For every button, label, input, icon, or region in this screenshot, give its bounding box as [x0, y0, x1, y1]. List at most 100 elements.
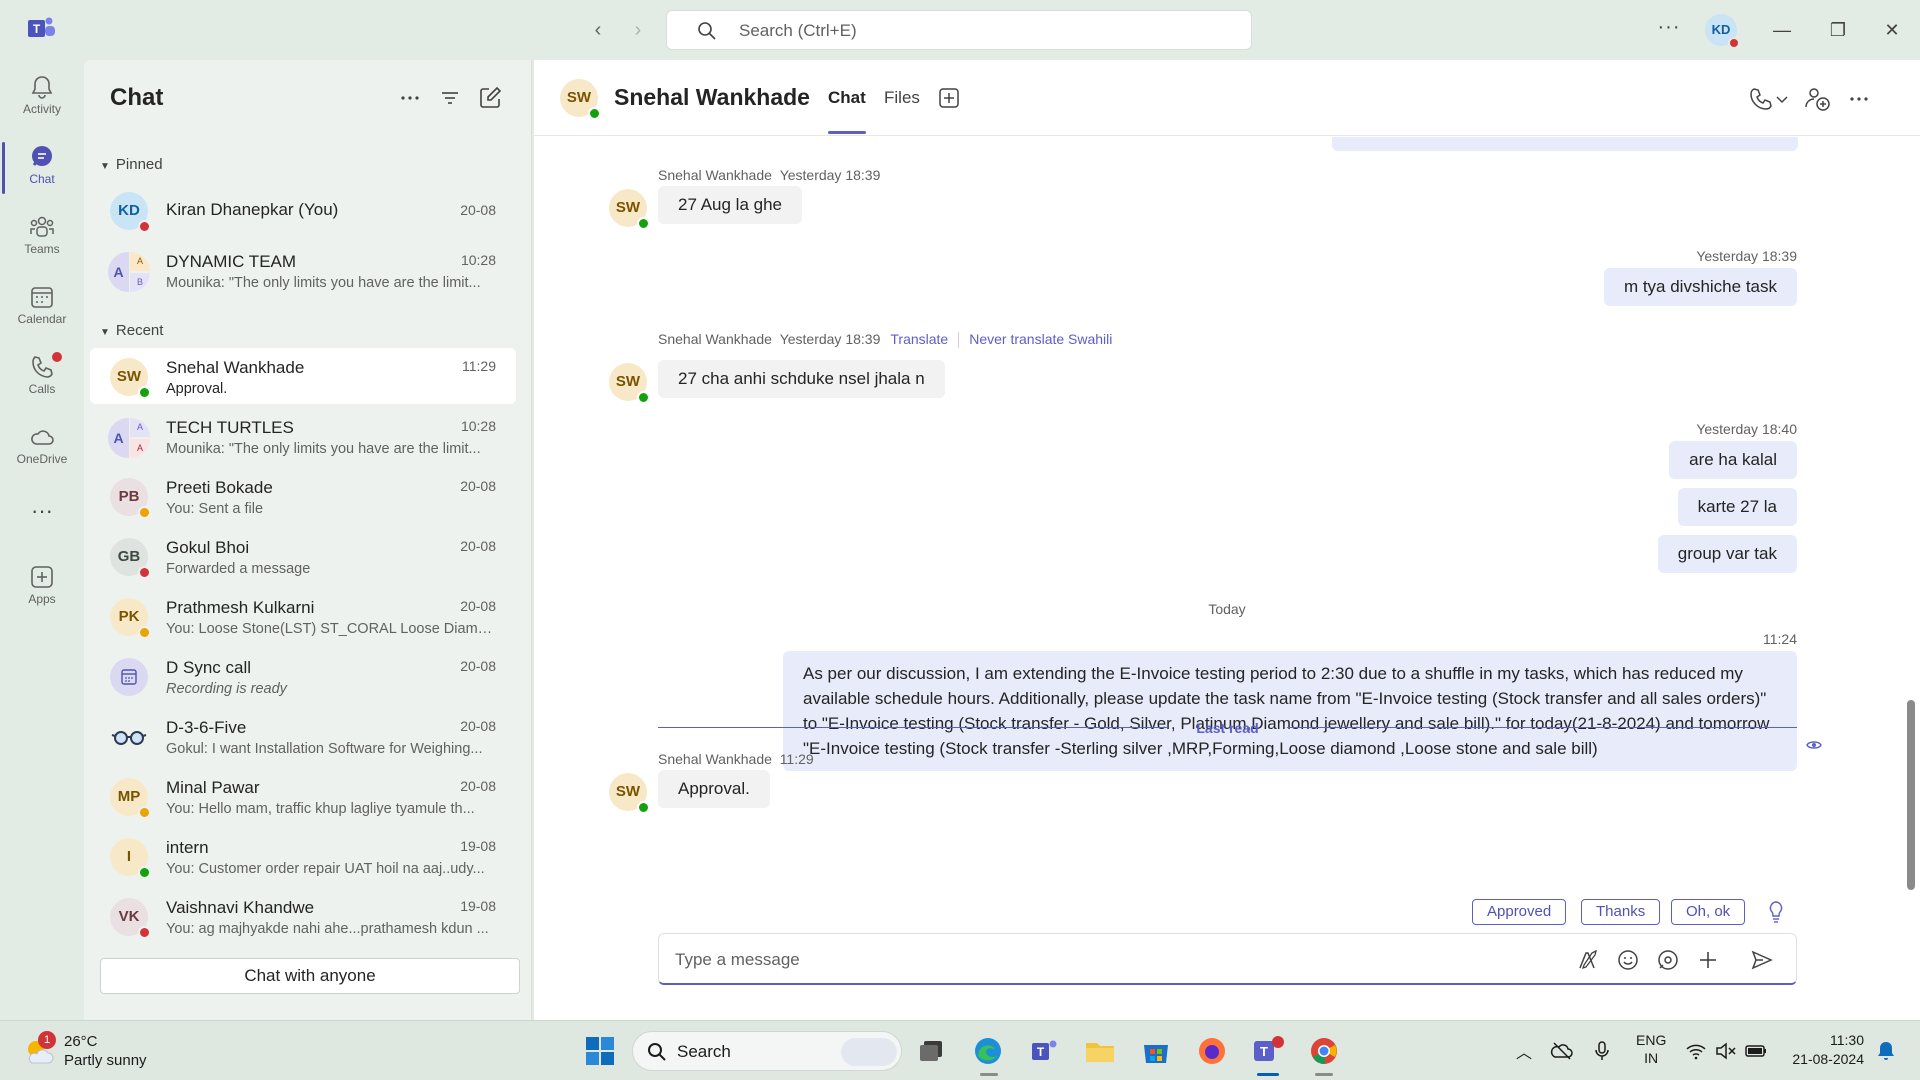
sender-avatar[interactable]: SW: [609, 189, 650, 230]
available-status-icon: [138, 866, 151, 879]
rail-item-calendar[interactable]: Calendar: [0, 276, 84, 338]
teams-icon: [30, 216, 54, 237]
user-avatar[interactable]: KD: [1705, 14, 1740, 49]
loop-component-icon[interactable]: [1655, 947, 1681, 973]
teams-icon[interactable]: T: [1250, 1033, 1286, 1069]
sender-name: Snehal Wankhade: [658, 167, 772, 183]
suggested-reply-thanks[interactable]: Thanks: [1581, 899, 1661, 925]
tab-files[interactable]: Files: [884, 88, 920, 108]
show-hidden-icons-icon[interactable]: ︿: [1512, 1039, 1536, 1063]
format-icon[interactable]: [1575, 947, 1601, 973]
translate-link[interactable]: Translate: [890, 331, 948, 347]
outgoing-message[interactable]: are ha kalal: [1669, 441, 1797, 479]
rail-item-activity[interactable]: Activity: [0, 66, 84, 128]
filter-icon[interactable]: [436, 84, 464, 112]
search-input[interactable]: [739, 19, 1219, 43]
battery-icon[interactable]: [1744, 1039, 1768, 1063]
never-translate-link[interactable]: Never translate Swahili: [969, 331, 1112, 347]
file-explorer-icon[interactable]: [1082, 1033, 1118, 1069]
sender-avatar[interactable]: SW: [609, 773, 650, 814]
compose-box[interactable]: [658, 933, 1797, 985]
firefox-icon[interactable]: [1194, 1033, 1230, 1069]
add-tab-icon[interactable]: [938, 87, 960, 109]
microphone-icon[interactable]: [1590, 1039, 1614, 1063]
incoming-message[interactable]: Approval.: [658, 770, 770, 808]
chat-item-d-sync-call[interactable]: D Sync call 20-08 Recording is ready: [90, 648, 516, 704]
more-options-icon[interactable]: [396, 84, 424, 112]
edge-browser-icon[interactable]: [970, 1033, 1006, 1069]
taskbar-search[interactable]: Search: [632, 1031, 902, 1071]
chat-item-prathmesh-kulkarni[interactable]: PK Prathmesh Kulkarni 20-08 You: Loose S…: [90, 588, 516, 644]
chrome-icon[interactable]: [1306, 1033, 1342, 1069]
plus-icon[interactable]: [1695, 947, 1721, 973]
wifi-icon[interactable]: [1684, 1039, 1708, 1063]
contact-avatar[interactable]: SW: [560, 79, 601, 120]
chat-item-vaishnavi-khandwe[interactable]: VK Vaishnavi Khandwe 19-08 You: ag majhy…: [90, 888, 516, 944]
chat-preview: Mounika: "The only limits you have are t…: [166, 441, 481, 457]
system-clock[interactable]: 11:30 21-08-2024: [1784, 1031, 1864, 1069]
conversation-pane: SW Snehal Wankhade Chat Files Snehal Wan…: [534, 60, 1920, 1020]
minimize-button[interactable]: —: [1762, 14, 1802, 46]
away-status-icon: [138, 806, 151, 819]
chat-item-intern[interactable]: I intern 19-08 You: Customer order repai…: [90, 828, 516, 884]
group-avatar-mini: B: [130, 273, 150, 292]
suggested-reply-oh-ok[interactable]: Oh, ok: [1671, 899, 1746, 925]
chat-item-tech-turtles[interactable]: A A A TECH TURTLES 10:28 Mounika: "The o…: [90, 408, 516, 464]
rail-item-apps[interactable]: Apps: [0, 556, 84, 618]
chat-item-minal-pawar[interactable]: MP Minal Pawar 20-08 You: Hello mam, tra…: [90, 768, 516, 824]
chevron-down-icon[interactable]: [1772, 84, 1792, 114]
weather-widget[interactable]: 1 26°C Partly sunny: [24, 1031, 184, 1071]
forward-button[interactable]: ›: [624, 16, 652, 44]
contact-name[interactable]: Snehal Wankhade: [614, 84, 810, 111]
chat-name: Kiran Dhanepkar (You): [166, 200, 339, 219]
more-options-icon[interactable]: [1844, 84, 1874, 114]
message-meta: Snehal Wankhade Yesterday 18:39: [658, 167, 880, 183]
task-view-icon[interactable]: [914, 1033, 950, 1069]
add-people-icon[interactable]: [1802, 84, 1832, 114]
rail-item-calls[interactable]: Calls: [0, 346, 84, 408]
chat-item-snehal-wankhade[interactable]: SW Snehal Wankhade 11:29 Approval.: [90, 348, 516, 404]
chat-name: TECH TURTLES: [166, 418, 294, 437]
rail-item-chat[interactable]: Chat: [0, 136, 84, 198]
teams-logo-icon[interactable]: T: [28, 16, 56, 42]
microsoft-store-icon[interactable]: [1138, 1033, 1174, 1069]
emoji-icon[interactable]: [1615, 947, 1641, 973]
sender-avatar[interactable]: SW: [609, 363, 650, 404]
tab-chat[interactable]: Chat: [828, 88, 866, 134]
chat-with-anyone-button[interactable]: Chat with anyone: [100, 958, 520, 994]
chat-item-d-3-6-five[interactable]: D-3-6-Five 20-08 Gokul: I want Installat…: [90, 708, 516, 764]
rail-item-teams[interactable]: Teams: [0, 206, 84, 268]
rail-item-onedrive[interactable]: OneDrive: [0, 416, 84, 478]
incoming-message[interactable]: 27 cha anhi schduke nsel jhala n: [658, 360, 945, 398]
recent-section-header[interactable]: ▼ Recent: [100, 322, 163, 339]
outgoing-message[interactable]: As per our discussion, I am extending th…: [783, 651, 1797, 771]
onedrive-sync-icon[interactable]: [1550, 1039, 1574, 1063]
chat-item-dynamic-team[interactable]: A A B DYNAMIC TEAM 10:28 Mounika: "The o…: [90, 242, 516, 298]
more-options-icon[interactable]: ···: [1654, 14, 1684, 44]
volume-muted-icon[interactable]: [1714, 1039, 1738, 1063]
chat-item-kiran-dhanepkar[interactable]: KD Kiran Dhanepkar (You) 20-08: [90, 182, 516, 238]
back-button[interactable]: ‹: [584, 16, 612, 44]
chat-item-preeti-bokade[interactable]: PB Preeti Bokade 20-08 You: Sent a file: [90, 468, 516, 524]
outgoing-message[interactable]: karte 27 la: [1677, 488, 1797, 526]
message-input[interactable]: [675, 948, 1475, 972]
search-box[interactable]: [666, 10, 1252, 50]
notification-bell-icon[interactable]: [1874, 1039, 1898, 1063]
outgoing-message[interactable]: m tya divshiche task: [1603, 268, 1797, 306]
incoming-message[interactable]: 27 Aug la ghe: [658, 186, 802, 224]
input-language[interactable]: ENG IN: [1636, 1031, 1666, 1067]
outgoing-message[interactable]: group var tak: [1657, 535, 1797, 573]
pinned-section-header[interactable]: ▼ Pinned: [100, 156, 163, 173]
lightbulb-icon[interactable]: [1766, 900, 1786, 924]
teams-classic-icon[interactable]: T: [1026, 1033, 1062, 1069]
restore-button[interactable]: ❐: [1818, 14, 1858, 46]
send-icon[interactable]: [1749, 947, 1775, 973]
new-chat-icon[interactable]: [476, 84, 504, 112]
chat-item-gokul-bhoi[interactable]: GB Gokul Bhoi 20-08 Forwarded a message: [90, 528, 516, 584]
more-apps-icon[interactable]: ···: [0, 496, 84, 536]
scrollbar-thumb[interactable]: [1907, 700, 1915, 890]
last-read-label: Last read: [1196, 720, 1259, 736]
windows-start-icon[interactable]: [582, 1033, 618, 1069]
close-button[interactable]: ✕: [1872, 14, 1912, 46]
suggested-reply-approved[interactable]: Approved: [1472, 899, 1567, 925]
